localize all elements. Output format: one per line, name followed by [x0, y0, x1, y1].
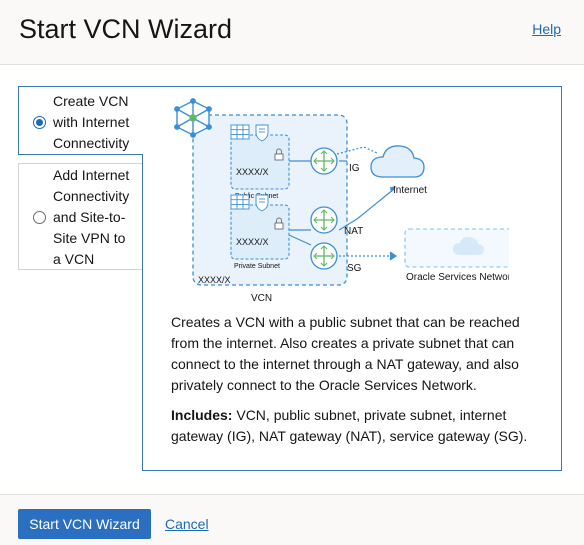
footer-bar: Start VCN Wizard Cancel: [0, 494, 584, 545]
nat-label: NAT: [344, 226, 363, 237]
page-title: Start VCN Wizard: [19, 14, 233, 44]
includes-text: Includes: VCN, public subnet, private su…: [171, 405, 543, 447]
internet-cloud-icon: [370, 145, 425, 178]
option-description: Creates a VCN with a public subnet that …: [171, 314, 520, 393]
service-gateway-icon: [310, 242, 338, 270]
vcn-label: VCN: [251, 293, 272, 304]
option-label-create-vcn-internet: Create VCN with Internet Connectivity: [53, 93, 130, 151]
internet-gateway-icon: [310, 147, 338, 175]
option-detail-panel: XXXX/X Public Subnet XXXX/X Private Subn…: [142, 86, 562, 471]
internet-label: Internet: [393, 185, 427, 196]
osn-label: Oracle Services Network: [406, 272, 509, 283]
sg-label: SG: [347, 263, 362, 274]
header-bar: Start VCN Wizard Help: [0, 0, 584, 65]
vcn-cidr: XXXX/X: [198, 275, 231, 285]
option-add-internet-vpn[interactable]: Add Internet Connectivity and Site-to- S…: [18, 163, 143, 270]
public-subnet-cidr: XXXX/X: [236, 167, 269, 177]
ig-label: IG: [349, 163, 360, 174]
option-create-vcn-internet[interactable]: Create VCN with Internet Connectivity: [18, 86, 143, 155]
includes-label: Includes:: [171, 407, 233, 423]
private-subnet-cidr: XXXX/X: [236, 237, 269, 247]
private-subnet-box: [230, 204, 290, 260]
start-vcn-wizard-button[interactable]: Start VCN Wizard: [18, 509, 151, 539]
cancel-link[interactable]: Cancel: [165, 516, 209, 532]
table-icon: [230, 124, 250, 140]
vcn-diagram: XXXX/X Public Subnet XXXX/X Private Subn…: [174, 98, 509, 304]
option-label-add-internet-vpn: Add Internet Connectivity and Site-to- S…: [53, 167, 130, 267]
help-link[interactable]: Help: [532, 21, 561, 37]
radio-add-internet-vpn[interactable]: [33, 211, 46, 224]
private-subnet-label: Private Subnet: [234, 263, 280, 270]
nat-gateway-icon: [310, 206, 338, 234]
radio-create-vcn-internet[interactable]: [33, 116, 46, 129]
public-subnet-box: [230, 134, 290, 190]
table-icon: [230, 194, 250, 210]
